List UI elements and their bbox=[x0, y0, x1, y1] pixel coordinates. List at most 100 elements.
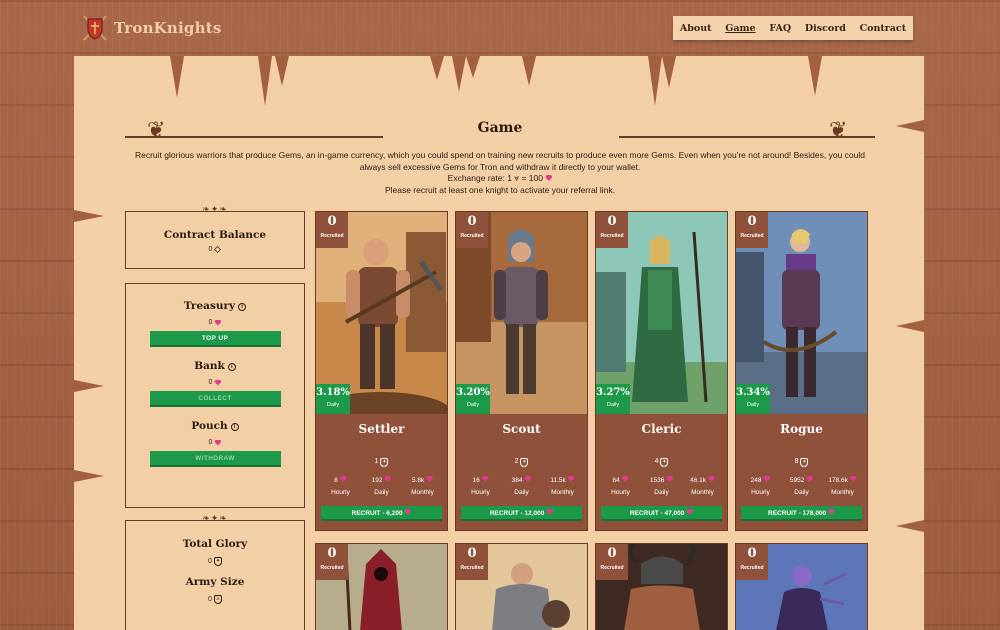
army-panel: Total Glory 0 ✦ Army Size 0 ⚔ bbox=[125, 520, 305, 630]
ornament-icon: ❦ bbox=[829, 118, 848, 143]
contract-balance-title: Contract Balance bbox=[163, 229, 267, 241]
recruit-button[interactable]: RECRUIT - 12,000 bbox=[461, 506, 582, 521]
glory-shield-icon: ✦ bbox=[800, 458, 809, 467]
gem-icon bbox=[849, 476, 857, 482]
nav-about[interactable]: About bbox=[680, 23, 712, 34]
nav-discord[interactable]: Discord bbox=[805, 23, 846, 34]
info-icon[interactable]: i bbox=[230, 423, 239, 431]
torn-edge bbox=[896, 320, 924, 332]
stat-daily: 192 Daily bbox=[361, 475, 402, 499]
torn-edge bbox=[74, 210, 104, 222]
logo[interactable]: TronKnights bbox=[82, 14, 222, 42]
top-bar: TronKnights About Game FAQ Discord Contr… bbox=[0, 0, 1000, 56]
stat-daily: 1536 Daily bbox=[641, 475, 682, 499]
knight-card-rogue: 0 Recruited 3.34% Daily Rogue 8 ✦ 248 Hour… bbox=[735, 211, 868, 531]
torn-edge bbox=[170, 56, 184, 98]
title-row: ❦ Game ❦ bbox=[125, 114, 875, 143]
gem-icon bbox=[545, 175, 553, 181]
treasury-title: Treasury i bbox=[126, 300, 304, 312]
gem-icon bbox=[214, 319, 222, 326]
gem-icon bbox=[384, 476, 392, 482]
stat-monthly: 46.1k Monthly bbox=[690, 476, 715, 496]
gem-icon bbox=[827, 509, 835, 515]
card-name: Settler bbox=[358, 422, 405, 436]
knight-card-scout: 0 Recruited 3.20% Daily Scout 2 ✦ 16 Hourl… bbox=[455, 211, 588, 531]
total-glory-title: Total Glory bbox=[182, 538, 248, 550]
tron-icon bbox=[214, 246, 222, 253]
stat-hourly: 8 Hourly bbox=[331, 476, 350, 496]
recruited-badge: 0 Recruited bbox=[456, 212, 488, 248]
recruit-button[interactable]: RECRUIT - 6,200 bbox=[321, 506, 442, 521]
recruited-badge: 0 Recruited bbox=[316, 544, 348, 580]
gem-icon bbox=[546, 509, 554, 515]
recruit-button[interactable]: RECRUIT - 47,000 bbox=[601, 506, 722, 521]
collect-button[interactable]: COLLECT bbox=[149, 391, 281, 407]
card-name: Rogue bbox=[780, 422, 823, 436]
top-up-button[interactable]: TOP UP bbox=[149, 331, 281, 347]
card-glory: 2 ✦ bbox=[514, 458, 529, 467]
page-title: Game bbox=[477, 120, 523, 136]
stat-hourly: 64 Hourly bbox=[611, 476, 630, 496]
torn-edge bbox=[662, 56, 676, 88]
stat-monthly: 5.8k Monthly bbox=[411, 476, 434, 496]
gem-icon bbox=[666, 476, 674, 482]
nav-game[interactable]: Game bbox=[725, 23, 755, 34]
gem-icon bbox=[686, 509, 694, 515]
torn-edge bbox=[896, 520, 924, 532]
stat-daily: 384 Daily bbox=[501, 475, 542, 499]
gem-icon bbox=[214, 439, 222, 446]
glory-shield-icon: ✦ bbox=[213, 557, 222, 566]
gem-icon bbox=[481, 476, 489, 482]
torn-edge bbox=[452, 56, 466, 92]
referral-note: Please recruit at least one knight to ac… bbox=[384, 184, 616, 195]
gem-icon bbox=[621, 476, 629, 482]
intro-line: always sell excessive Gems for Tron and … bbox=[359, 161, 641, 172]
nav-faq[interactable]: FAQ bbox=[769, 23, 791, 34]
gem-icon bbox=[339, 476, 347, 482]
torn-edge bbox=[648, 56, 662, 106]
knight-card-mage: 0 Recruited bbox=[315, 543, 448, 630]
card-stats: 16 Hourly 384 Daily 11.5k Monthly bbox=[460, 475, 583, 499]
info-icon[interactable]: i bbox=[227, 363, 236, 371]
glory-shield-icon: ✦ bbox=[380, 458, 389, 467]
bank-value: 0 bbox=[126, 379, 304, 386]
army-size-title: Army Size bbox=[185, 576, 245, 588]
info-icon[interactable]: i bbox=[238, 303, 247, 311]
daily-rate-badge: 3.20% Daily bbox=[456, 384, 490, 414]
stat-hourly: 16 Hourly bbox=[471, 476, 490, 496]
shield-logo-icon bbox=[82, 14, 108, 42]
glory-shield-icon: ✦ bbox=[520, 458, 529, 467]
withdraw-button[interactable]: WITHDRAW bbox=[149, 451, 281, 467]
knight-card-cleric: 0 Recruited 3.27% Daily Cleric 4 ✦ 64 Hour… bbox=[595, 211, 728, 531]
contract-balance-value: 0 bbox=[126, 246, 304, 253]
card-glory: 8 ✦ bbox=[794, 458, 809, 467]
gem-icon bbox=[426, 476, 434, 482]
card-name: Cleric bbox=[641, 422, 682, 436]
daily-rate-badge: 3.27% Daily bbox=[596, 384, 630, 414]
torn-edge bbox=[430, 56, 444, 80]
daily-rate-badge: 3.34% Daily bbox=[736, 384, 770, 414]
knight-card-barbarian: 0 Recruited bbox=[595, 543, 728, 630]
torn-edge bbox=[74, 380, 104, 392]
recruited-badge: 0 Recruited bbox=[736, 212, 768, 248]
card-glory: 4 ✦ bbox=[654, 458, 669, 467]
army-shield-icon: ⚔ bbox=[213, 595, 222, 604]
gem-icon bbox=[404, 509, 412, 515]
torn-edge bbox=[74, 470, 104, 482]
card-stats: 248 Hourly 5952 Daily 178.6k Monthly bbox=[740, 475, 863, 499]
main-nav: About Game FAQ Discord Contract bbox=[673, 16, 913, 40]
recruit-button[interactable]: RECRUIT - 178,000 bbox=[741, 506, 862, 521]
stat-daily: 5952 Daily bbox=[781, 475, 822, 499]
exchange-rate: Exchange rate: 1 ⩔ = 100 bbox=[130, 173, 870, 185]
divider bbox=[125, 136, 383, 138]
stat-monthly: 178.6k Monthly bbox=[822, 475, 863, 499]
nav-contract[interactable]: Contract bbox=[860, 23, 907, 34]
recruited-badge: 0 Recruited bbox=[316, 212, 348, 248]
pouch-title: Pouch i bbox=[126, 420, 304, 432]
recruited-badge: 0 Recruited bbox=[736, 544, 768, 580]
stat-monthly: 11.5k Monthly bbox=[550, 476, 575, 496]
total-glory-value: 0 ✦ bbox=[208, 557, 222, 566]
treasury-value: 0 bbox=[126, 319, 304, 326]
torn-edge bbox=[808, 56, 822, 96]
bank-title: Bank i bbox=[126, 360, 304, 372]
